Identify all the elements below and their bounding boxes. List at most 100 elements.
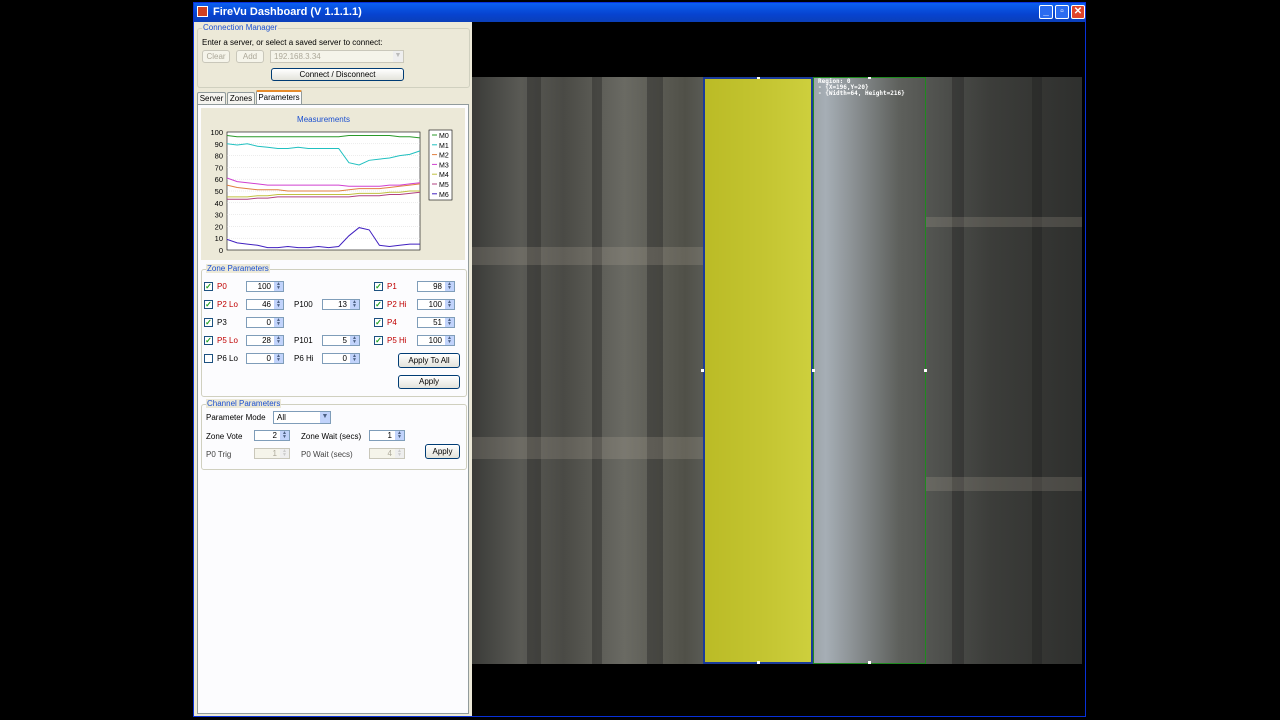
spin-arrows-icon[interactable]: ▲ ▼ bbox=[350, 336, 359, 345]
zone-wait-stepper[interactable]: 1 ▲ ▼ bbox=[369, 430, 405, 441]
tab-zones[interactable]: Zones bbox=[227, 92, 255, 104]
zone-param-stepper[interactable]: 13 ▲ ▼ bbox=[322, 299, 360, 310]
spin-arrows-icon[interactable]: ▲ ▼ bbox=[274, 318, 283, 327]
p0-trig-label: P0 Trig bbox=[206, 450, 232, 459]
zone-param-label: P5 Lo bbox=[217, 336, 238, 345]
connect-disconnect-button[interactable]: Connect / Disconnect bbox=[271, 68, 404, 81]
zone-param-stepper[interactable]: 0 ▲ ▼ bbox=[246, 317, 284, 328]
zone-param-value: 100 bbox=[428, 336, 442, 345]
spin-arrows-icon[interactable]: ▲ ▼ bbox=[350, 354, 359, 363]
zone-param-label: P6 Lo bbox=[217, 354, 238, 363]
add-button[interactable]: Add bbox=[236, 50, 264, 63]
detection-region-0[interactable] bbox=[703, 77, 813, 664]
zone-wait-value: 1 bbox=[387, 431, 392, 440]
parameter-mode-label: Parameter Mode bbox=[206, 413, 266, 422]
resize-handle[interactable] bbox=[868, 661, 871, 664]
connection-prompt: Enter a server, or select a saved server… bbox=[202, 38, 383, 47]
spin-arrows-icon[interactable]: ▲ ▼ bbox=[445, 300, 454, 309]
zone-param-stepper[interactable]: 100 ▲ ▼ bbox=[417, 299, 455, 310]
resize-handle[interactable] bbox=[757, 661, 760, 664]
parameter-mode-combo[interactable]: All ▼ bbox=[273, 411, 331, 424]
zone-apply-button[interactable]: Apply bbox=[398, 375, 460, 389]
region-info-label: Region: 0 - {X=196,Y=20} - {Width=64, He… bbox=[818, 78, 905, 97]
zone-param-value: 100 bbox=[257, 282, 271, 291]
maximize-button[interactable]: ▫ bbox=[1055, 5, 1069, 19]
zone-param-checkbox[interactable]: ✓ bbox=[374, 300, 383, 309]
zone-param-checkbox[interactable]: ✓ bbox=[374, 282, 383, 291]
legend-entry: M0 bbox=[439, 133, 449, 140]
shelf-beam bbox=[926, 477, 1082, 491]
spin-arrows-icon[interactable]: ▲ ▼ bbox=[395, 431, 404, 440]
zone-param-checkbox[interactable]: ✓ bbox=[204, 282, 213, 291]
y-tick-label: 70 bbox=[215, 163, 223, 172]
detection-region-1[interactable] bbox=[813, 77, 926, 664]
zone-param-stepper[interactable]: 28 ▲ ▼ bbox=[246, 335, 284, 346]
zone-param-value: 0 bbox=[342, 354, 347, 363]
y-tick-label: 20 bbox=[215, 222, 223, 231]
spin-arrows-icon[interactable]: ▲ ▼ bbox=[280, 431, 289, 440]
spin-arrows-icon[interactable]: ▲ ▼ bbox=[445, 318, 454, 327]
close-button[interactable]: ✕ bbox=[1071, 5, 1085, 19]
zone-vote-stepper[interactable]: 2 ▲ ▼ bbox=[254, 430, 290, 441]
zone-param-stepper[interactable]: 51 ▲ ▼ bbox=[417, 317, 455, 328]
resize-handle[interactable] bbox=[757, 77, 760, 79]
channel-apply-button[interactable]: Apply bbox=[425, 444, 460, 459]
zone-param-label: P2 Lo bbox=[217, 300, 238, 309]
zone-param-checkbox[interactable]: ✓ bbox=[204, 300, 213, 309]
zone-param-value: 0 bbox=[266, 318, 271, 327]
zone-param-stepper[interactable]: 5 ▲ ▼ bbox=[322, 335, 360, 346]
p0-wait-label: P0 Wait (secs) bbox=[301, 450, 353, 459]
shelf-beam bbox=[472, 437, 703, 459]
legend-entry: M3 bbox=[439, 162, 449, 169]
zone-param-checkbox[interactable]: ✓ bbox=[374, 318, 383, 327]
zone-param-checkbox[interactable] bbox=[204, 354, 213, 363]
title-bar[interactable]: FireVu Dashboard (V 1.1.1.1) _ ▫ ✕ bbox=[194, 3, 1085, 22]
resize-handle[interactable] bbox=[868, 77, 871, 79]
spin-arrows-icon[interactable]: ▲ ▼ bbox=[445, 336, 454, 345]
zone-param-label: P6 Hi bbox=[294, 354, 314, 363]
zone-param-stepper[interactable]: 98 ▲ ▼ bbox=[417, 281, 455, 292]
spin-arrows-icon[interactable]: ▲ ▼ bbox=[445, 282, 454, 291]
spin-arrows-icon[interactable]: ▲ ▼ bbox=[274, 354, 283, 363]
y-tick-label: 30 bbox=[215, 211, 223, 220]
video-view[interactable]: Region: 0 - {X=196,Y=20} - {Width=64, He… bbox=[472, 22, 1085, 716]
spin-arrows-icon[interactable]: ▲ ▼ bbox=[274, 300, 283, 309]
app-window: FireVu Dashboard (V 1.1.1.1) _ ▫ ✕ Conne… bbox=[193, 2, 1086, 717]
spin-arrows-icon[interactable]: ▲ ▼ bbox=[274, 282, 283, 291]
legend-entry: M4 bbox=[439, 172, 449, 179]
resize-handle[interactable] bbox=[924, 369, 927, 372]
zone-param-checkbox[interactable]: ✓ bbox=[374, 336, 383, 345]
tab-parameters[interactable]: Parameters bbox=[256, 90, 302, 105]
apply-to-all-button[interactable]: Apply To All bbox=[398, 353, 460, 368]
zone-param-stepper[interactable]: 100 ▲ ▼ bbox=[246, 281, 284, 292]
y-tick-label: 90 bbox=[215, 140, 223, 149]
clear-button[interactable]: Clear bbox=[202, 50, 230, 63]
legend-entry: M6 bbox=[439, 192, 449, 199]
zone-param-value: 100 bbox=[428, 300, 442, 309]
y-tick-label: 10 bbox=[215, 234, 223, 243]
chevron-down-icon: ▼ bbox=[393, 51, 403, 62]
resize-handle[interactable] bbox=[812, 369, 815, 372]
resize-handle[interactable] bbox=[701, 369, 704, 372]
zone-param-label: P1 bbox=[387, 282, 397, 291]
zone-param-stepper[interactable]: 46 ▲ ▼ bbox=[246, 299, 284, 310]
spin-arrows-icon[interactable]: ▲ ▼ bbox=[350, 300, 359, 309]
minimize-button[interactable]: _ bbox=[1039, 5, 1053, 19]
zone-param-value: 98 bbox=[433, 282, 442, 291]
zone-parameters-legend: Zone Parameters bbox=[206, 264, 270, 273]
p0-wait-stepper[interactable]: 4 ▲ ▼ bbox=[369, 448, 405, 459]
parameter-mode-value: All bbox=[277, 413, 286, 422]
zone-param-checkbox[interactable]: ✓ bbox=[204, 336, 213, 345]
spin-arrows-icon[interactable]: ▲ ▼ bbox=[274, 336, 283, 345]
connection-manager-legend: Connection Manager bbox=[202, 23, 279, 32]
zone-vote-label: Zone Vote bbox=[206, 432, 243, 441]
zone-param-stepper[interactable]: 0 ▲ ▼ bbox=[246, 353, 284, 364]
zone-param-stepper[interactable]: 100 ▲ ▼ bbox=[417, 335, 455, 346]
p0-trig-stepper[interactable]: 1 ▲ ▼ bbox=[254, 448, 290, 459]
zone-param-checkbox[interactable]: ✓ bbox=[204, 318, 213, 327]
zone-param-label: P3 bbox=[217, 318, 227, 327]
zone-param-stepper[interactable]: 0 ▲ ▼ bbox=[322, 353, 360, 364]
server-combo[interactable]: 192.168.3.34 ▼ bbox=[270, 50, 404, 63]
y-tick-label: 0 bbox=[219, 246, 223, 255]
tab-server[interactable]: Server bbox=[197, 92, 226, 104]
